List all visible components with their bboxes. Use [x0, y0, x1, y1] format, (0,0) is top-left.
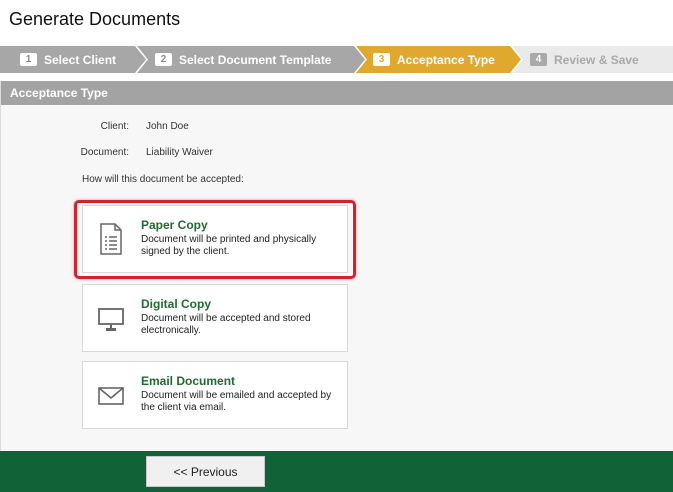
step-review-save: 4 Review & Save [530, 46, 639, 73]
step-number: 2 [155, 53, 172, 66]
step-label: Review & Save [554, 52, 639, 67]
page-title: Generate Documents [9, 9, 181, 29]
step-number: 1 [20, 53, 37, 66]
selection-highlight [74, 200, 356, 279]
step-acceptance-type[interactable]: 3 Acceptance Type [373, 46, 495, 73]
option-email-document[interactable]: Email Document Document will be emailed … [82, 361, 348, 429]
step-select-client[interactable]: 1 Select Client [20, 46, 116, 73]
option-title: Email Document [141, 374, 236, 388]
step-select-document-template[interactable]: 2 Select Document Template [155, 46, 331, 73]
client-value: John Doe [146, 121, 189, 132]
option-description: Document will be emailed and accepted by… [141, 390, 332, 413]
option-digital-copy[interactable]: Digital Copy Document will be accepted a… [82, 284, 348, 352]
envelope-icon [97, 378, 125, 412]
monitor-icon [97, 301, 125, 335]
option-title: Digital Copy [141, 297, 212, 311]
document-value: Liability Waiver [146, 147, 213, 158]
step-label: Select Document Template [179, 52, 332, 67]
panel-header: Acceptance Type [1, 81, 673, 105]
step-number: 4 [530, 53, 547, 66]
step-label: Select Client [44, 52, 117, 67]
previous-button[interactable]: << Previous [146, 456, 265, 487]
step-label: Acceptance Type [397, 52, 495, 67]
wizard-steps: 1 Select Client 2 Select Document Templa… [0, 46, 673, 73]
option-description: Document will be accepted and stored ele… [141, 313, 311, 336]
step-number: 3 [373, 53, 390, 66]
acceptance-question: How will this document be accepted: [82, 174, 244, 185]
document-label: Document: [80, 147, 129, 158]
client-label: Client: [100, 121, 129, 132]
footer-bar: << Previous [0, 451, 673, 492]
